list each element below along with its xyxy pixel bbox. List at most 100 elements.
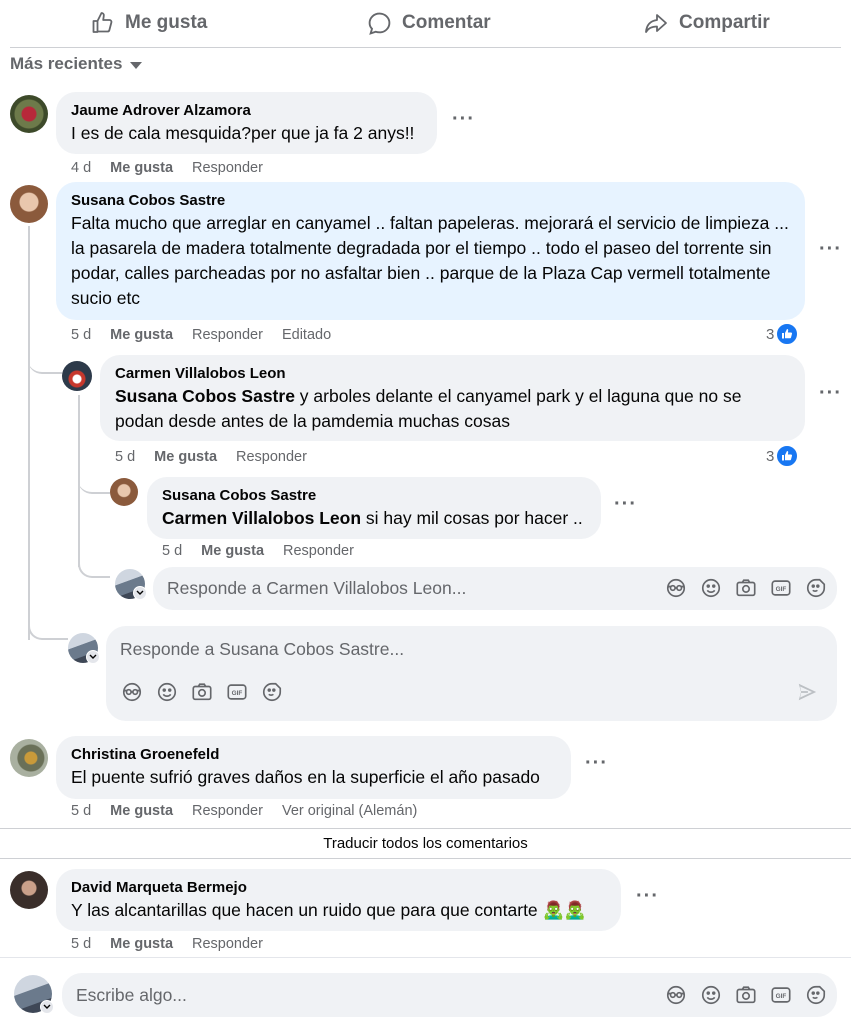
- comment-bubble: Susana Cobos Sastre Falta mucho que arre…: [56, 182, 805, 320]
- emoji-icon[interactable]: [700, 577, 722, 599]
- thread-connector: [28, 352, 62, 374]
- emoji-icon[interactable]: [700, 984, 722, 1006]
- comment-age[interactable]: 5 d: [162, 543, 182, 559]
- reply-link[interactable]: Responder: [192, 936, 263, 952]
- sticker-icon[interactable]: [805, 984, 827, 1006]
- share-action-button[interactable]: Compartir: [643, 6, 770, 40]
- thread-connector: [78, 560, 110, 578]
- like-link[interactable]: Me gusta: [110, 327, 173, 343]
- composer-tools: GIF: [665, 984, 827, 1006]
- comment-age[interactable]: 5 d: [71, 327, 91, 343]
- reply-placeholder: Responde a Susana Cobos Sastre...: [120, 639, 405, 659]
- camera-icon[interactable]: [191, 681, 213, 703]
- mention-link[interactable]: Susana Cobos Sastre: [115, 386, 295, 406]
- avatar[interactable]: [110, 478, 138, 506]
- comment-meta: 5 d Me gusta Responder Ver original (Ale…: [71, 803, 417, 819]
- reply-input[interactable]: Responde a Susana Cobos Sastre... GIF: [106, 626, 837, 721]
- like-reaction-icon: [776, 323, 799, 345]
- share-action-label: Compartir: [679, 12, 770, 33]
- more-options-icon[interactable]: ···: [636, 886, 659, 906]
- avatar-sticker-icon[interactable]: [121, 681, 143, 703]
- avatar[interactable]: [10, 739, 48, 777]
- avatar[interactable]: [10, 871, 48, 909]
- comment-author[interactable]: Susana Cobos Sastre: [71, 191, 791, 211]
- more-options-icon[interactable]: ···: [819, 239, 842, 259]
- reply-link[interactable]: Responder: [192, 327, 263, 343]
- comment-text: I es de cala mesquida?per que ja fa 2 an…: [71, 123, 415, 143]
- camera-icon[interactable]: [735, 984, 757, 1006]
- comment-author[interactable]: Christina Groenefeld: [71, 745, 557, 765]
- divider: [0, 957, 851, 958]
- reply-link[interactable]: Responder: [192, 160, 263, 176]
- svg-text:GIF: GIF: [776, 993, 787, 1000]
- avatar[interactable]: [10, 185, 48, 223]
- reaction-count[interactable]: 3: [766, 445, 799, 467]
- more-options-icon[interactable]: ···: [819, 383, 842, 403]
- reply-bubble: Carmen Villalobos Leon Susana Cobos Sast…: [100, 355, 805, 441]
- comment-age[interactable]: 5 d: [71, 803, 91, 819]
- sort-label: Más recientes: [10, 54, 123, 73]
- translate-all-button[interactable]: Traducir todos los comentarios: [0, 828, 851, 859]
- see-original-link[interactable]: Ver original (Alemán): [282, 803, 417, 819]
- gif-icon[interactable]: GIF: [226, 681, 248, 703]
- thread-line: [28, 226, 30, 640]
- comment-action-button[interactable]: Comentar: [367, 6, 491, 40]
- like-action-label: Me gusta: [125, 12, 208, 33]
- camera-icon[interactable]: [735, 577, 757, 599]
- reaction-number: 3: [766, 325, 775, 343]
- more-options-icon[interactable]: ···: [585, 753, 608, 773]
- comment-meta: 5 d Me gusta Responder: [162, 543, 354, 559]
- reply-input[interactable]: Responde a Carmen Villalobos Leon... GIF: [153, 567, 837, 610]
- caret-down-icon: [130, 62, 143, 69]
- comment-meta: 4 d Me gusta Responder: [71, 160, 263, 176]
- more-options-icon[interactable]: ···: [452, 109, 475, 129]
- like-action-button[interactable]: Me gusta: [90, 6, 207, 40]
- divider: [10, 47, 841, 48]
- comment-action-label: Comentar: [402, 12, 491, 33]
- avatar-sticker-icon[interactable]: [665, 984, 687, 1006]
- more-options-icon[interactable]: ···: [614, 494, 637, 514]
- comment-text: Y las alcantarillas que hacen un ruido q…: [71, 900, 587, 920]
- speech-bubble-icon: [368, 12, 391, 35]
- comment-age[interactable]: 4 d: [71, 160, 91, 176]
- avatar-sticker-icon[interactable]: [665, 577, 687, 599]
- svg-text:GIF: GIF: [776, 586, 787, 593]
- avatar[interactable]: [62, 361, 92, 391]
- comment-meta: 5 d Me gusta Responder: [71, 936, 263, 952]
- chevron-down-icon[interactable]: [40, 1000, 54, 1014]
- mention-link[interactable]: Carmen Villalobos Leon: [162, 508, 361, 528]
- reaction-count[interactable]: 3: [766, 323, 799, 345]
- comment-text: El puente sufrió graves daños en la supe…: [71, 767, 540, 787]
- comment-meta: 5 d Me gusta Responder Editado: [71, 327, 331, 343]
- avatar[interactable]: [10, 95, 48, 133]
- comment-author[interactable]: Carmen Villalobos Leon: [115, 364, 791, 384]
- comment-age[interactable]: 5 d: [115, 449, 135, 465]
- comment-age[interactable]: 5 d: [71, 936, 91, 952]
- like-link[interactable]: Me gusta: [110, 160, 173, 176]
- reply-link[interactable]: Responder: [192, 803, 263, 819]
- sticker-icon[interactable]: [805, 577, 827, 599]
- like-link[interactable]: Me gusta: [154, 449, 217, 465]
- reply-link[interactable]: Responder: [236, 449, 307, 465]
- gif-icon[interactable]: GIF: [770, 984, 792, 1006]
- edited-label: Editado: [281, 327, 332, 343]
- comment-author[interactable]: Jaume Adrover Alzamora: [71, 101, 423, 121]
- comment-meta: 5 d Me gusta Responder: [115, 449, 307, 465]
- like-link[interactable]: Me gusta: [110, 803, 173, 819]
- send-icon[interactable]: [796, 681, 818, 708]
- gif-icon[interactable]: GIF: [770, 577, 792, 599]
- comment-bubble: Christina Groenefeld El puente sufrió gr…: [56, 736, 571, 799]
- like-link[interactable]: Me gusta: [201, 543, 264, 559]
- comment-composer[interactable]: Escribe algo... GIF: [62, 973, 837, 1017]
- sort-dropdown[interactable]: Más recientes: [10, 54, 143, 74]
- sticker-icon[interactable]: [261, 681, 283, 703]
- like-link[interactable]: Me gusta: [110, 936, 173, 952]
- comment-author[interactable]: David Marqueta Bermejo: [71, 878, 607, 898]
- reply-link[interactable]: Responder: [283, 543, 354, 559]
- comment-author[interactable]: Susana Cobos Sastre: [162, 486, 587, 506]
- emoji-icon[interactable]: [156, 681, 178, 703]
- svg-text:GIF: GIF: [232, 690, 243, 697]
- reply-placeholder: Responde a Carmen Villalobos Leon...: [167, 578, 467, 598]
- chevron-down-icon[interactable]: [133, 586, 147, 600]
- chevron-down-icon[interactable]: [86, 650, 100, 664]
